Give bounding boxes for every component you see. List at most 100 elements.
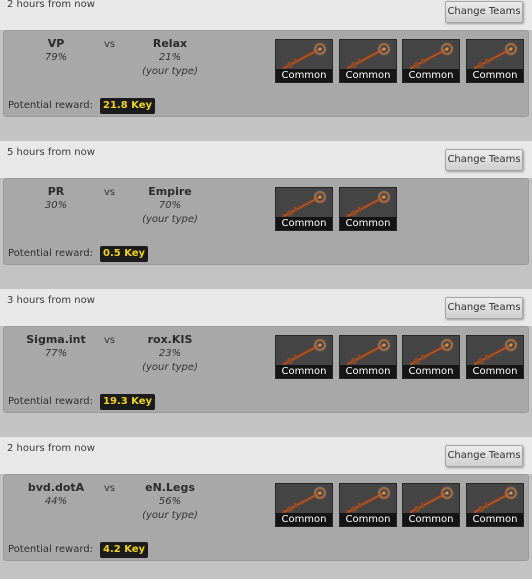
item-rarity-label: Common (340, 365, 396, 378)
match-card: 5 hours from now Change Teams PR 30% vs Empir… (0, 140, 532, 288)
key-icon (340, 40, 396, 71)
key-icon (340, 484, 396, 515)
key-icon (467, 484, 523, 515)
item-rarity-label: Common (403, 69, 459, 82)
change-teams-button[interactable]: Change Teams (445, 1, 523, 23)
match-card: 2 hours from now Change Teams VP 79% vs Relax… (0, 0, 532, 140)
key-icon (403, 484, 459, 515)
item-slot[interactable]: Common (402, 483, 460, 527)
team-b-percent: 56% (158, 496, 182, 507)
item-slot[interactable]: Common (466, 335, 524, 379)
item-rarity-label: Common (467, 513, 523, 526)
key-icon (276, 188, 332, 219)
item-rarity-label: Common (276, 217, 332, 230)
team-b: Empire 70% (your type) (115, 185, 225, 227)
reward-badge: 0.5 Key (100, 246, 149, 262)
team-b: eN.Legs 56% (your type) (115, 481, 225, 523)
team-b-percent: 21% (158, 52, 182, 63)
match-card: 3 hours from now Change Teams Sigma.int 77%… (0, 288, 532, 436)
item-slot[interactable]: Common (339, 483, 397, 527)
match-time: 3 hours from now (7, 295, 95, 306)
vs-label: vs (104, 335, 116, 346)
item-slot[interactable]: Common (275, 39, 333, 83)
your-type-label: (your type) (142, 214, 198, 225)
item-slot[interactable]: Common (402, 39, 460, 83)
vs-label: vs (104, 187, 116, 198)
team-a-percent: 30% (44, 200, 68, 211)
reward-badge: 4.2 Key (100, 542, 149, 558)
change-teams-button[interactable]: Change Teams (445, 297, 523, 319)
match-body: VP 79% vs Relax 21% (your type) Common Common Co… (3, 30, 529, 117)
your-type-label: (your type) (142, 510, 198, 521)
team-b-name: Empire (148, 185, 192, 198)
item-slot[interactable]: Common (339, 39, 397, 83)
change-teams-button[interactable]: Change Teams (445, 445, 523, 467)
key-icon (276, 336, 332, 367)
reward-badge: 21.8 Key (100, 98, 156, 114)
item-slot[interactable]: Common (466, 483, 524, 527)
vs-label: vs (104, 483, 116, 494)
item-rarity-label: Common (340, 69, 396, 82)
team-a: VP 79% (1, 37, 111, 65)
reward-badge: 19.3 Key (100, 394, 156, 410)
team-a-name: VP (47, 37, 65, 50)
item-slot[interactable]: Common (466, 39, 524, 83)
change-teams-button[interactable]: Change Teams (445, 149, 523, 171)
item-rarity-label: Common (467, 69, 523, 82)
team-a: PR 30% (1, 185, 111, 213)
key-icon (340, 336, 396, 367)
team-b-percent: 70% (158, 200, 182, 211)
item-rarity-label: Common (276, 365, 332, 378)
item-rarity-label: Common (276, 69, 332, 82)
your-type-label: (your type) (142, 362, 198, 373)
team-a: Sigma.int 77% (1, 333, 111, 361)
match-body: PR 30% vs Empire 70% (your type) Common Common P… (3, 178, 529, 265)
team-b: Relax 21% (your type) (115, 37, 225, 79)
team-a-percent: 79% (44, 52, 68, 63)
team-b: rox.KIS 23% (your type) (115, 333, 225, 375)
team-b-name: eN.Legs (145, 481, 195, 494)
match-time: 2 hours from now (7, 443, 95, 454)
item-slot[interactable]: Common (339, 187, 397, 231)
item-slot[interactable]: Common (339, 335, 397, 379)
item-slot[interactable]: Common (275, 187, 333, 231)
item-slot[interactable]: Common (402, 335, 460, 379)
potential-reward-label: Potential reward: (8, 248, 93, 259)
key-icon (403, 40, 459, 71)
your-type-label: (your type) (142, 66, 198, 77)
item-rarity-label: Common (403, 365, 459, 378)
key-icon (467, 40, 523, 71)
team-a-name: bvd.dotA (27, 481, 85, 494)
item-slot[interactable]: Common (275, 335, 333, 379)
match-header: 2 hours from now Change Teams (0, 436, 532, 474)
team-a-percent: 77% (44, 348, 68, 359)
match-header: 2 hours from now Change Teams (0, 0, 532, 30)
team-b-name: Relax (152, 37, 188, 50)
vs-label: vs (104, 39, 116, 50)
match-body: bvd.dotA 44% vs eN.Legs 56% (your type) Common… (3, 474, 529, 561)
match-header: 3 hours from now Change Teams (0, 288, 532, 326)
item-rarity-label: Common (276, 513, 332, 526)
match-time: 2 hours from now (7, 0, 95, 10)
item-rarity-label: Common (340, 217, 396, 230)
key-icon (467, 336, 523, 367)
team-a-name: Sigma.int (26, 333, 86, 346)
key-icon (276, 40, 332, 71)
potential-reward-label: Potential reward: (8, 396, 93, 407)
team-b-name: rox.KIS (147, 333, 193, 346)
item-rarity-label: Common (340, 513, 396, 526)
key-icon (340, 188, 396, 219)
key-icon (276, 484, 332, 515)
potential-reward-label: Potential reward: (8, 100, 93, 111)
match-header: 5 hours from now Change Teams (0, 140, 532, 178)
item-rarity-label: Common (403, 513, 459, 526)
team-a-name: PR (47, 185, 65, 198)
team-a: bvd.dotA 44% (1, 481, 111, 509)
team-a-percent: 44% (44, 496, 68, 507)
team-b-percent: 23% (158, 348, 182, 359)
potential-reward-label: Potential reward: (8, 544, 93, 555)
match-card: 2 hours from now Change Teams bvd.dotA 44% v… (0, 436, 532, 579)
item-slot[interactable]: Common (275, 483, 333, 527)
key-icon (403, 336, 459, 367)
item-rarity-label: Common (467, 365, 523, 378)
